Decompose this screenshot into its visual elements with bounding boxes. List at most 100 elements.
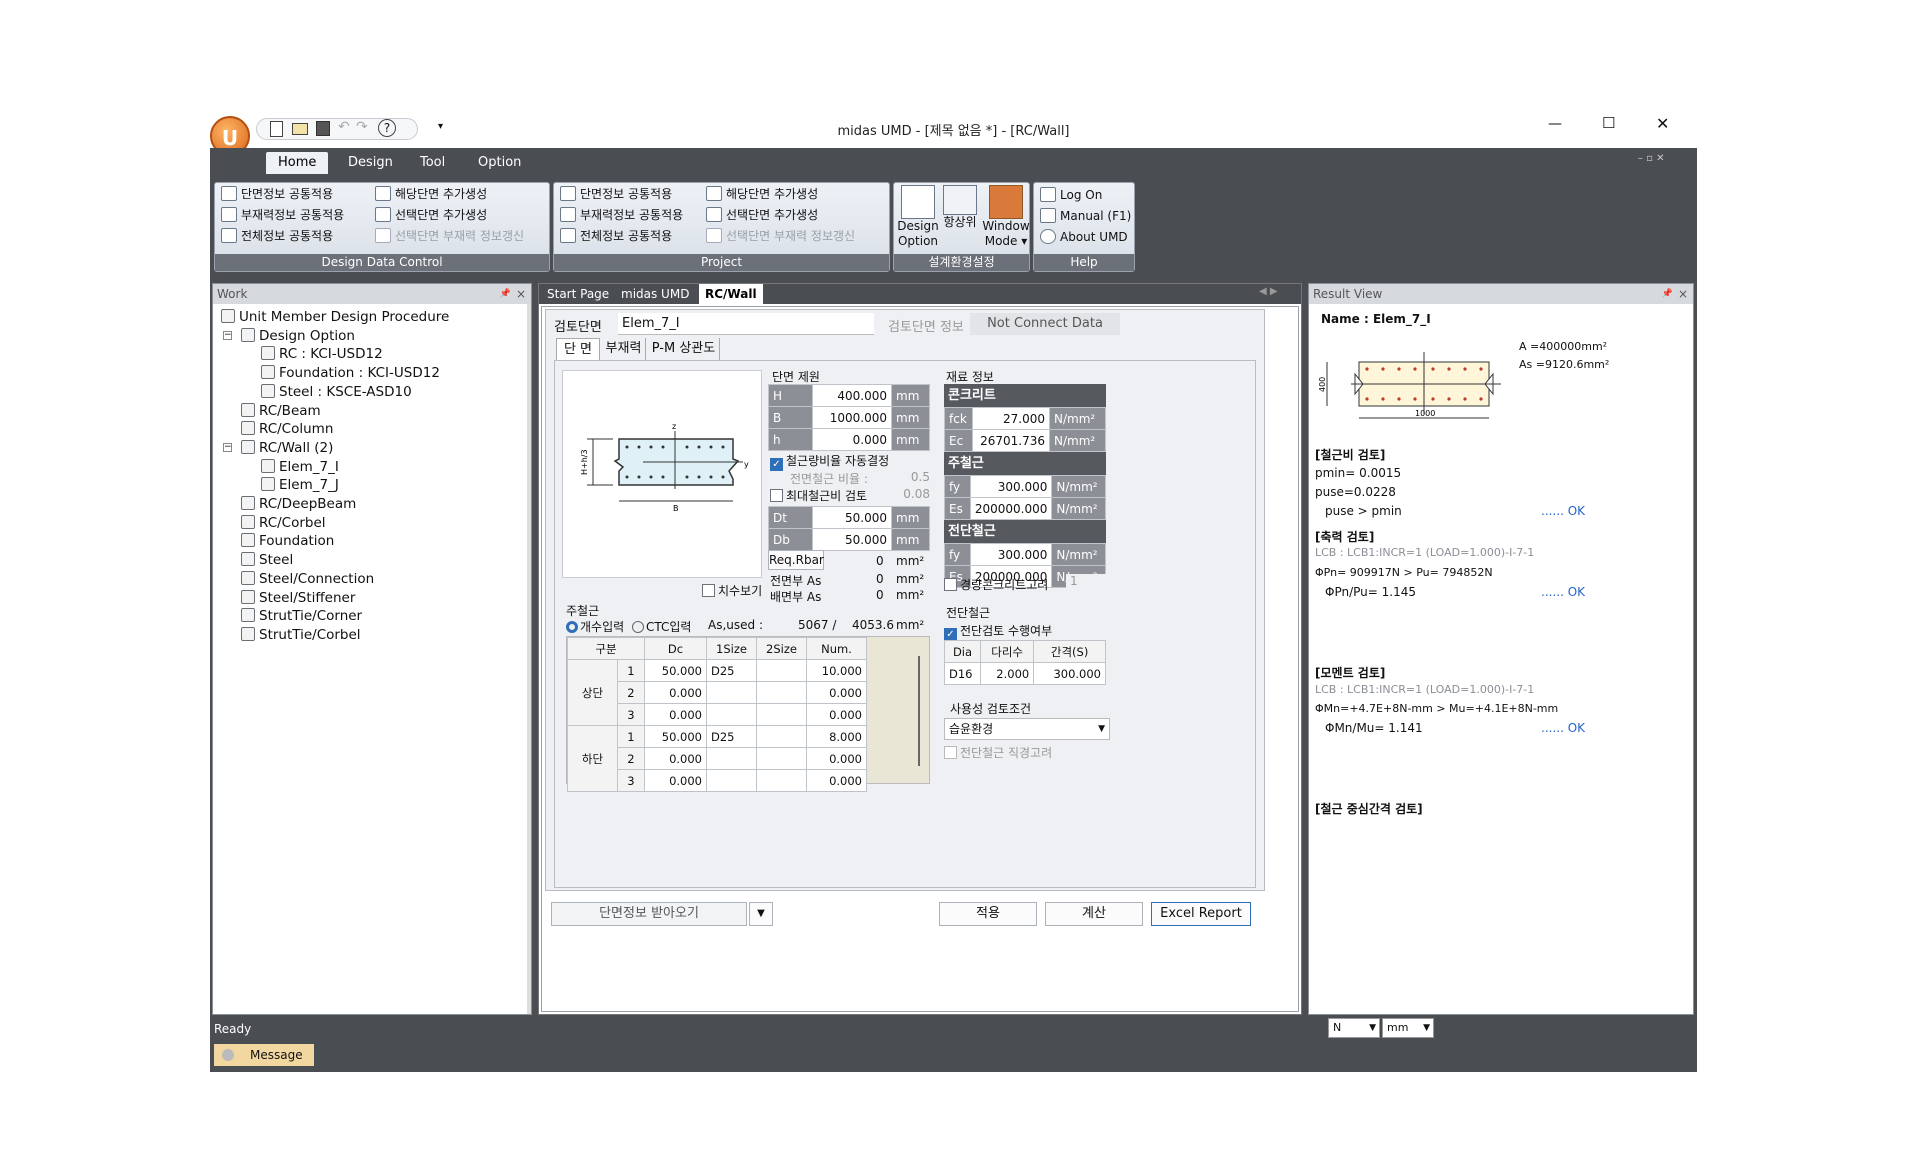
tree-item[interactable]: − RC/Wall (2)	[223, 439, 333, 457]
log-on-button[interactable]: Log On	[1040, 186, 1102, 204]
tab-midas-umd[interactable]: midas UMD	[615, 284, 695, 304]
es-main-input[interactable]: 200000.000	[969, 497, 1053, 520]
close-icon[interactable]: ×	[1678, 284, 1688, 304]
tab-rc-wall[interactable]: RC/Wall	[699, 284, 763, 304]
tree-item[interactable]: RC : KCI-USD12	[261, 345, 383, 363]
bar-dc-cell[interactable]: 50.000	[644, 725, 707, 748]
ribbon-item-force-common[interactable]: 부재력정보 공통적용	[560, 206, 683, 224]
bar-num-cell[interactable]: 10.000	[806, 659, 867, 682]
ribbon-item-add-selected[interactable]: 선택단면 추가생성	[375, 206, 487, 224]
design-option-button[interactable]: Design Option	[896, 185, 940, 249]
tree-item[interactable]: Foundation : KCI-USD12	[261, 364, 440, 382]
tree-item[interactable]: Steel/Connection	[241, 570, 374, 588]
import-dropdown-button[interactable]: ▼	[749, 902, 773, 926]
dim-h-input[interactable]: 400.000	[812, 384, 892, 407]
tree-item[interactable]: RC/Corbel	[241, 514, 326, 532]
subtab-pm[interactable]: P-M 상관도	[648, 338, 720, 360]
unit-force-select[interactable]: N ▼	[1328, 1018, 1380, 1038]
subtab-force[interactable]: 부재력	[602, 338, 646, 360]
dt-input[interactable]: 50.000	[812, 506, 892, 529]
import-section-button[interactable]: 단면정보 받아오기	[551, 902, 747, 926]
pin-icon[interactable]: 📌	[1662, 284, 1673, 304]
bar-size2-cell[interactable]	[756, 725, 807, 748]
max-ratio-checkbox[interactable]: 최대철근비 검토	[770, 487, 867, 504]
calculate-button[interactable]: 계산	[1045, 902, 1143, 926]
radio-ctc[interactable]: CTC입력	[632, 618, 691, 635]
ribbon-window-controls[interactable]: – ▫ ✕	[1638, 153, 1665, 164]
minimize-button[interactable]: —	[1548, 116, 1562, 132]
tree-item[interactable]: Steel	[241, 551, 293, 569]
bar-num-cell[interactable]: 8.000	[806, 725, 867, 748]
tree-item[interactable]: RC/Beam	[241, 402, 321, 420]
expand-toggle-icon[interactable]: −	[223, 442, 232, 452]
fck-input[interactable]: 27.000	[972, 407, 1050, 430]
bar-size2-cell[interactable]	[756, 703, 807, 726]
tab-design[interactable]: Design	[336, 152, 405, 174]
tab-start-page[interactable]: Start Page	[541, 284, 615, 304]
fy-shear-input[interactable]: 300.000	[969, 543, 1053, 566]
auto-ratio-checkbox[interactable]: ✓ 철근량비율 자동결정	[770, 452, 889, 471]
front-ratio-value[interactable]: 0.5	[886, 470, 930, 484]
shear-legs[interactable]: 2.000	[979, 662, 1035, 685]
bar-grid-scrollbar[interactable]	[918, 656, 920, 766]
ribbon-item-all-common[interactable]: 전체정보 공통적용	[221, 227, 333, 245]
tree-item[interactable]: StrutTie/Corbel	[241, 626, 361, 644]
tree-item[interactable]: − Design Option	[223, 327, 355, 345]
bar-num-cell[interactable]: 0.000	[806, 681, 867, 704]
tab-tool[interactable]: Tool	[408, 152, 457, 174]
light-concrete-value[interactable]: 1	[1066, 574, 1110, 592]
message-tab[interactable]: Message	[214, 1044, 314, 1066]
maximize-button[interactable]: ☐	[1602, 114, 1615, 132]
tree-item[interactable]: Elem_7_I	[261, 458, 339, 476]
tree-item[interactable]: Unit Member Design Procedure	[221, 308, 449, 326]
bar-dc-cell[interactable]: 0.000	[644, 769, 707, 792]
ribbon-item-section-common[interactable]: 단면정보 공통적용	[221, 185, 333, 203]
bar-dc-cell[interactable]: 0.000	[644, 703, 707, 726]
bar-size1-cell[interactable]: D25	[706, 725, 757, 748]
bar-size2-cell[interactable]	[756, 769, 807, 792]
bar-size2-cell[interactable]	[756, 747, 807, 770]
about-button[interactable]: About UMD	[1040, 228, 1128, 246]
ribbon-item-update-force[interactable]: 선택단면 부재력 정보갱신	[706, 227, 855, 245]
tree-item[interactable]: Foundation	[241, 532, 334, 550]
shear-check-checkbox[interactable]: ✓ 전단검토 수행여부	[944, 622, 1052, 641]
bar-size1-cell[interactable]: D25	[706, 659, 757, 682]
db-input[interactable]: 50.000	[812, 528, 892, 551]
bar-size1-cell[interactable]	[706, 681, 757, 704]
dim-view-checkbox[interactable]: 치수보기	[702, 582, 762, 599]
tree-item[interactable]: StrutTie/Corner	[241, 607, 362, 625]
manual-button[interactable]: Manual (F1)	[1040, 207, 1131, 225]
bar-size1-cell[interactable]	[706, 769, 757, 792]
bar-dc-cell[interactable]: 50.000	[644, 659, 707, 682]
apply-button[interactable]: 적용	[939, 902, 1037, 926]
shear-dia-checkbox[interactable]: 전단철근 직경고려	[944, 744, 1052, 761]
tree-item[interactable]: Steel/Stiffener	[241, 589, 355, 607]
bar-size1-cell[interactable]	[706, 703, 757, 726]
tree-item[interactable]: Elem_7_J	[261, 476, 339, 494]
radio-count[interactable]: 개수입력	[566, 618, 624, 635]
ribbon-item-add-section[interactable]: 해당단면 추가생성	[706, 185, 818, 203]
bar-size1-cell[interactable]	[706, 747, 757, 770]
bar-size2-cell[interactable]	[756, 681, 807, 704]
shear-dia[interactable]: D16	[944, 662, 981, 685]
tree-item[interactable]: RC/Column	[241, 420, 333, 438]
shear-spacing[interactable]: 300.000	[1033, 662, 1106, 685]
tab-option[interactable]: Option	[466, 152, 533, 174]
section-input[interactable]: Elem_7_I	[618, 313, 874, 335]
tree-item[interactable]: RC/DeepBeam	[241, 495, 356, 513]
fy-main-input[interactable]: 300.000	[969, 475, 1053, 498]
ribbon-item-update-force[interactable]: 선택단면 부재력 정보갱신	[375, 227, 524, 245]
tab-scroll-arrows[interactable]: ◀ ▶	[1259, 286, 1278, 297]
ribbon-item-all-common[interactable]: 전체정보 공통적용	[560, 227, 672, 245]
ribbon-item-force-common[interactable]: 부재력정보 공통적용	[221, 206, 344, 224]
tree-item[interactable]: Steel : KSCE-ASD10	[261, 383, 412, 401]
pin-icon[interactable]: 📌	[500, 284, 511, 304]
dim-h2-input[interactable]: 0.000	[812, 428, 892, 451]
bar-size2-cell[interactable]	[756, 659, 807, 682]
close-icon[interactable]: ×	[516, 284, 526, 304]
dim-b-input[interactable]: 1000.000	[812, 406, 892, 429]
req-rbar-button[interactable]: Req.Rbar	[768, 550, 824, 570]
always-on-top-button[interactable]: 항상위	[940, 185, 980, 230]
max-ratio-value[interactable]: 0.08	[876, 487, 930, 501]
close-button[interactable]: ✕	[1656, 114, 1669, 133]
